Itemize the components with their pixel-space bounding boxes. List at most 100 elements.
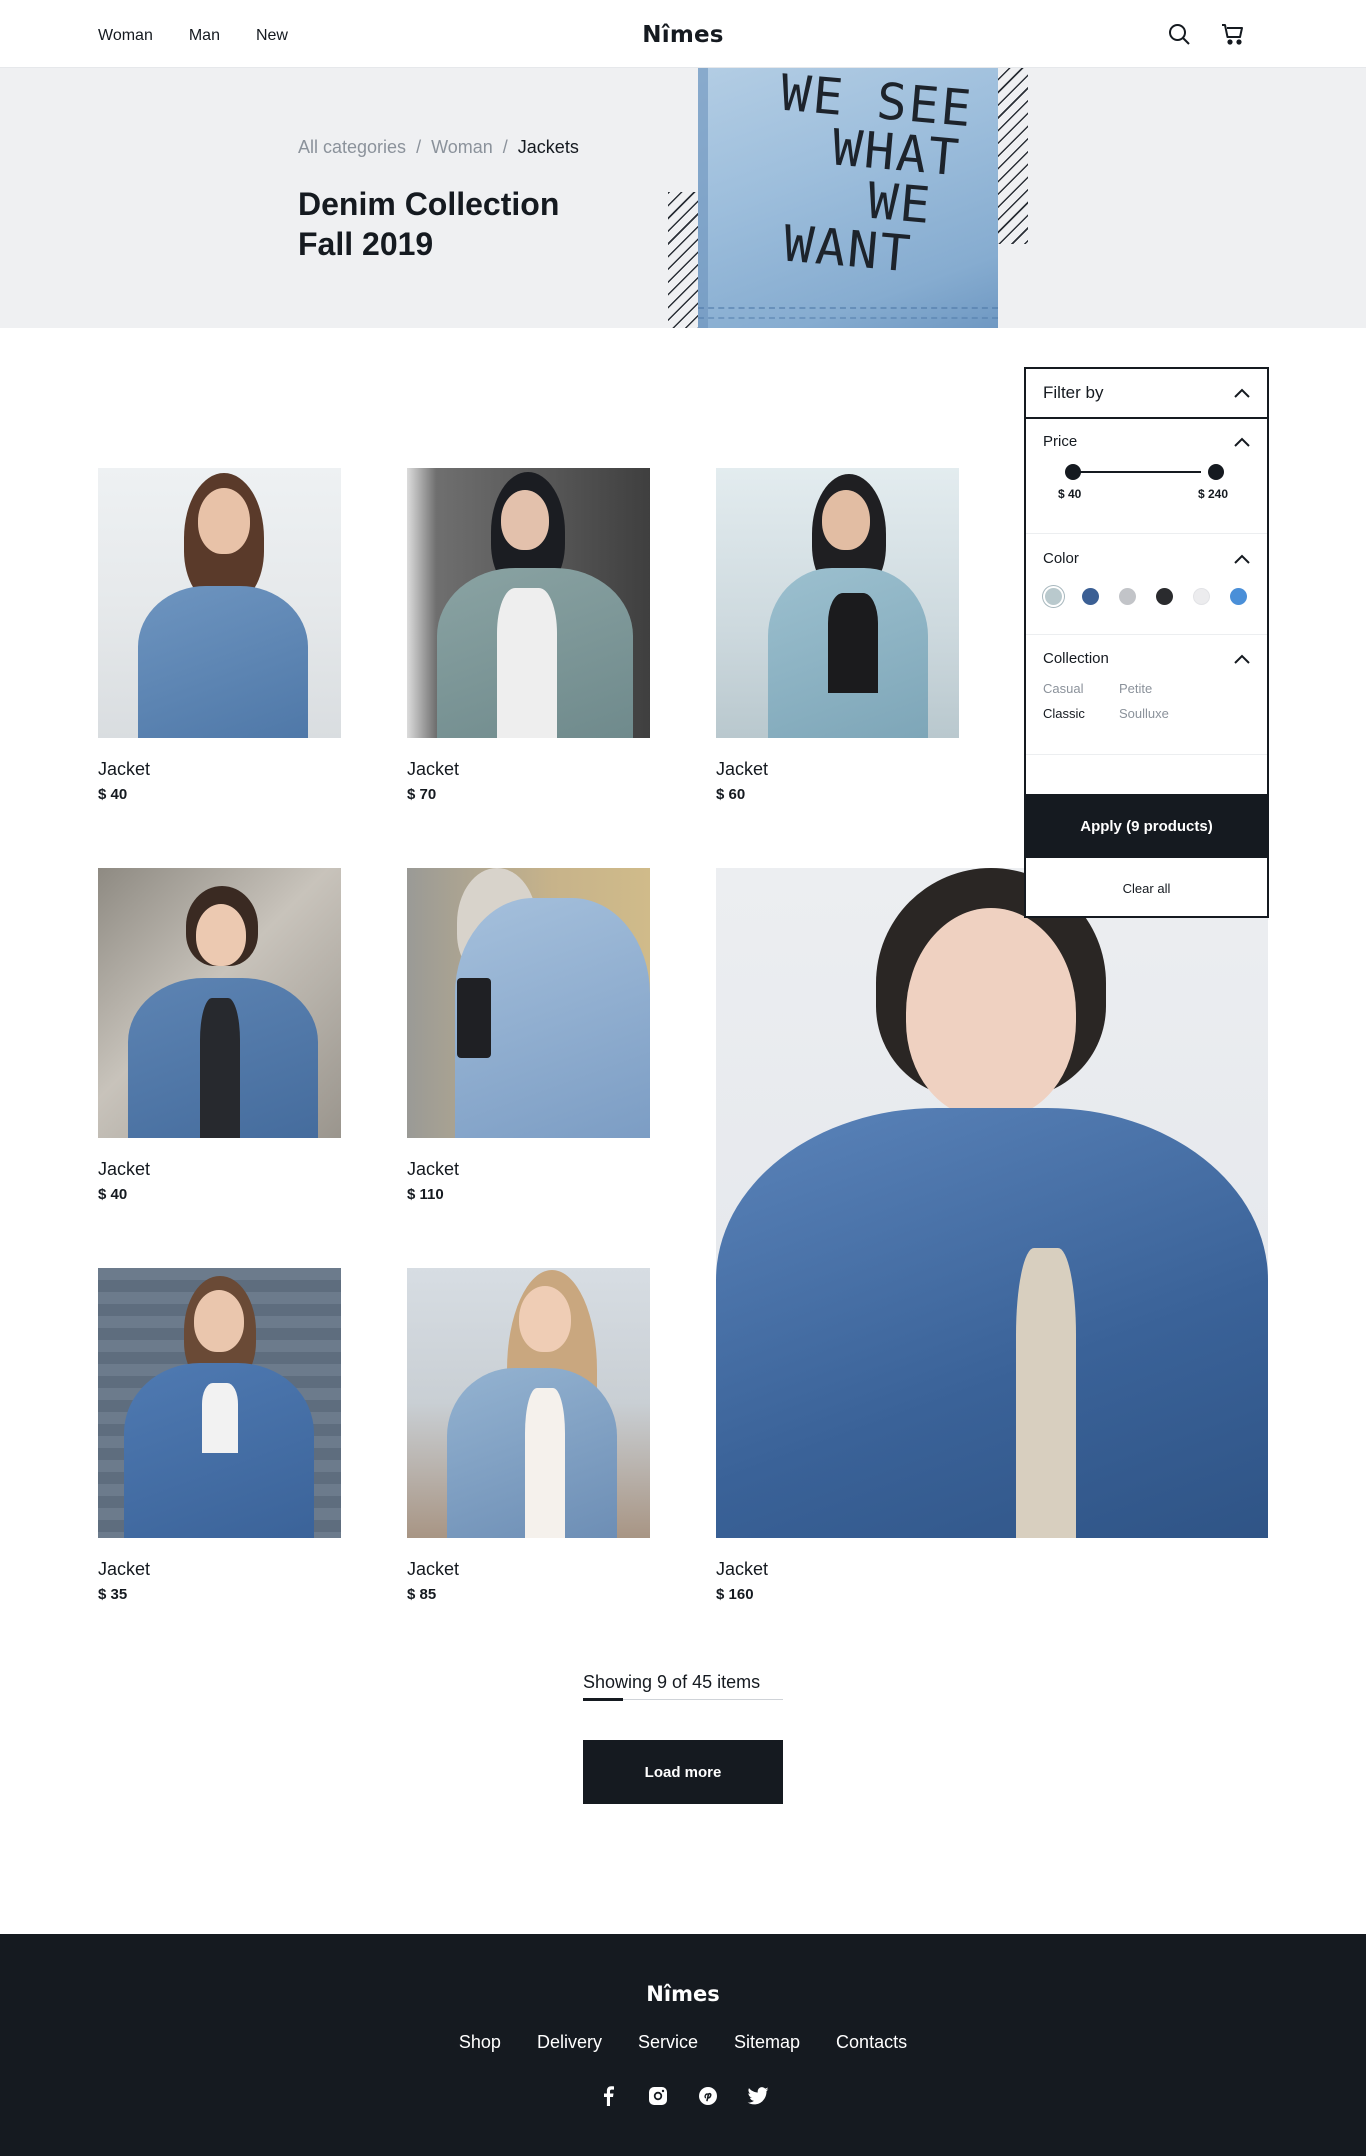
product-name[interactable]: Jacket: [407, 1559, 459, 1580]
collection-option-soulluxe[interactable]: Soulluxe: [1119, 706, 1195, 721]
hero-image-denim: WE SEE WHAT WE WANT: [698, 68, 998, 328]
site-logo[interactable]: Nîmes: [0, 22, 1366, 48]
product-card[interactable]: Jacket $ 40: [98, 868, 341, 1208]
footer-link-service[interactable]: Service: [638, 2032, 698, 2053]
product-card[interactable]: Jacket $ 85: [407, 1268, 650, 1608]
product-image[interactable]: [407, 868, 650, 1138]
social-links: [0, 2084, 1366, 2108]
filter-section-header[interactable]: Color: [1043, 550, 1251, 567]
product-card-featured[interactable]: Jacket $ 160: [716, 868, 1268, 1608]
header-actions: [1166, 21, 1246, 47]
breadcrumb-all-categories[interactable]: All categories: [298, 137, 406, 158]
chevron-up-icon[interactable]: [1233, 436, 1251, 448]
hatch-decoration: [668, 192, 702, 328]
pinterest-icon[interactable]: [696, 2084, 720, 2108]
chevron-up-icon[interactable]: [1233, 387, 1251, 399]
filter-section-header[interactable]: Collection: [1043, 650, 1251, 667]
product-price: $ 60: [716, 786, 746, 803]
product-name[interactable]: Jacket: [407, 759, 459, 780]
slider-handle-max[interactable]: [1208, 464, 1224, 480]
filter-section-collection: Collection Casual Petite Classic Soullux…: [1026, 635, 1267, 755]
items-progress-label: Showing 9 of 45 items: [583, 1672, 761, 1692]
filter-title: Filter by: [1043, 383, 1104, 402]
breadcrumb-woman[interactable]: Woman: [431, 137, 493, 158]
chevron-up-icon[interactable]: [1233, 653, 1251, 665]
product-card[interactable]: Jacket $ 60: [716, 468, 959, 808]
collection-option-casual[interactable]: Casual: [1043, 681, 1119, 696]
site-footer: Nîmes Shop Delivery Service Sitemap Cont…: [0, 1934, 1366, 2156]
product-price: $ 40: [98, 1186, 128, 1203]
instagram-icon[interactable]: [646, 2084, 670, 2108]
footer-link-shop[interactable]: Shop: [459, 2032, 501, 2053]
filter-toggle[interactable]: Filter by: [1026, 369, 1267, 419]
price-min-label: $ 40: [1058, 487, 1082, 501]
load-more-button[interactable]: Load more: [583, 1740, 783, 1804]
items-progress-bar: [583, 1698, 623, 1701]
collection-option-classic[interactable]: Classic: [1043, 706, 1119, 721]
product-card[interactable]: Jacket $ 35: [98, 1268, 341, 1608]
color-swatch[interactable]: [1193, 588, 1210, 605]
color-swatch[interactable]: [1156, 588, 1173, 605]
product-name[interactable]: Jacket: [98, 1559, 150, 1580]
clear-all-button[interactable]: Clear all: [1026, 858, 1267, 918]
page-title-line2: Fall 2019: [298, 226, 434, 262]
collection-option-petite[interactable]: Petite: [1119, 681, 1195, 696]
slider-handle-min[interactable]: [1065, 464, 1081, 480]
footer-nav: Shop Delivery Service Sitemap Contacts: [0, 2032, 1366, 2053]
product-name[interactable]: Jacket: [407, 1159, 459, 1180]
breadcrumb-separator: /: [416, 137, 422, 157]
product-price: $ 160: [716, 1586, 754, 1603]
filter-section-label: Color: [1043, 550, 1079, 567]
page-title: Denim Collection Fall 2019: [298, 184, 559, 264]
filter-section-color: Color: [1026, 534, 1267, 635]
filter-section-label: Collection: [1043, 650, 1109, 667]
product-image[interactable]: [98, 468, 341, 738]
color-swatch[interactable]: [1045, 588, 1062, 605]
product-image[interactable]: [716, 468, 959, 738]
denim-seam: [698, 68, 708, 328]
hero-image-text: WE SEE WHAT WE WANT: [766, 68, 983, 284]
twitter-icon[interactable]: [746, 2084, 770, 2108]
collection-options: Casual Petite Classic Soulluxe: [1043, 681, 1251, 721]
product-card[interactable]: Jacket $ 40: [98, 468, 341, 808]
product-name[interactable]: Jacket: [98, 759, 150, 780]
product-price: $ 110: [407, 1186, 444, 1203]
filter-section-header[interactable]: Price: [1043, 433, 1251, 450]
product-image[interactable]: [716, 868, 1268, 1538]
color-swatch[interactable]: [1119, 588, 1136, 605]
product-name[interactable]: Jacket: [716, 759, 768, 780]
product-image[interactable]: [407, 468, 650, 738]
breadcrumb-current: Jackets: [517, 137, 579, 157]
product-image[interactable]: [98, 1268, 341, 1538]
product-card[interactable]: Jacket $ 110: [407, 868, 650, 1208]
product-price: $ 40: [98, 786, 128, 803]
product-name[interactable]: Jacket: [716, 1559, 768, 1580]
product-name[interactable]: Jacket: [98, 1159, 150, 1180]
filter-section-label: Price: [1043, 433, 1078, 450]
footer-logo[interactable]: Nîmes: [0, 1982, 1366, 2006]
breadcrumb: All categories / Woman / Jackets: [298, 137, 579, 158]
price-range-slider[interactable]: $ 40 $ 240: [1043, 464, 1251, 504]
footer-link-delivery[interactable]: Delivery: [537, 2032, 602, 2053]
denim-stitch: [698, 307, 998, 310]
slider-track[interactable]: [1073, 471, 1201, 473]
denim-stitch: [698, 317, 998, 320]
facebook-icon[interactable]: [596, 2084, 620, 2108]
chevron-up-icon[interactable]: [1233, 553, 1251, 565]
apply-filters-button[interactable]: Apply (9 products): [1024, 794, 1269, 858]
product-image[interactable]: [407, 1268, 650, 1538]
items-progress: Showing 9 of 45 items: [583, 1672, 783, 1701]
breadcrumb-separator: /: [502, 137, 508, 157]
search-icon[interactable]: [1166, 21, 1192, 47]
product-image[interactable]: [98, 868, 341, 1138]
footer-link-sitemap[interactable]: Sitemap: [734, 2032, 800, 2053]
cart-icon[interactable]: [1220, 21, 1246, 47]
color-swatch[interactable]: [1082, 588, 1099, 605]
color-swatch[interactable]: [1230, 588, 1247, 605]
hero-banner: All categories / Woman / Jackets Denim C…: [0, 68, 1366, 328]
product-card[interactable]: Jacket $ 70: [407, 468, 650, 808]
product-price: $ 85: [407, 1586, 437, 1603]
footer-link-contacts[interactable]: Contacts: [836, 2032, 907, 2053]
hatch-decoration: [996, 68, 1028, 244]
site-header: Woman Man New Nîmes: [0, 0, 1366, 68]
